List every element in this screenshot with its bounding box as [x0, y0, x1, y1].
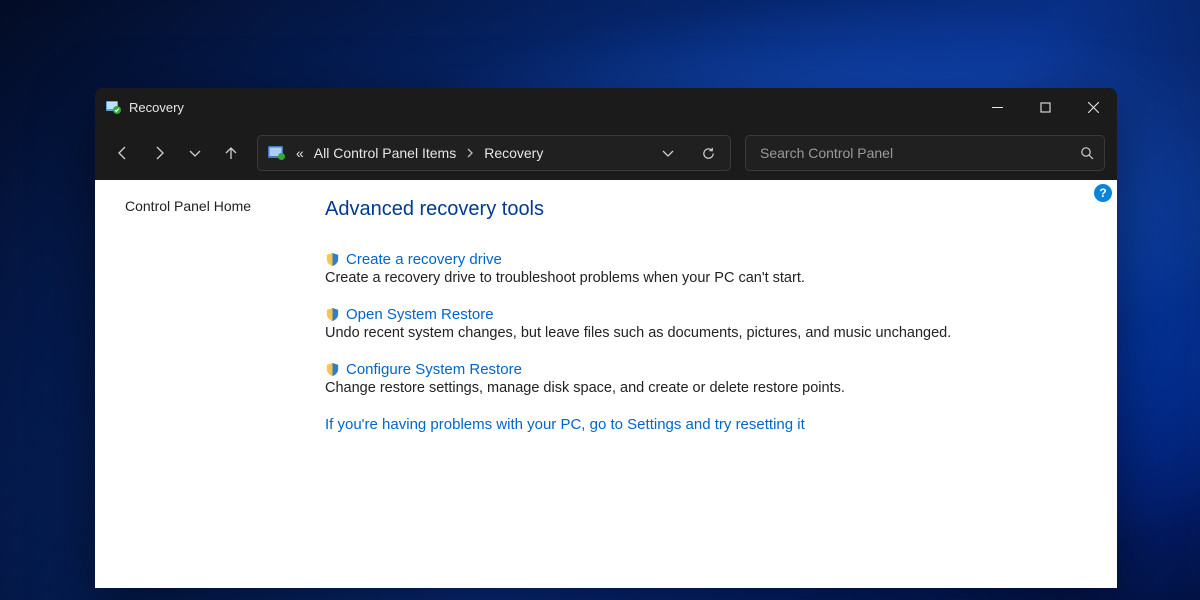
back-button[interactable] — [107, 137, 139, 169]
breadcrumb-parent[interactable]: All Control Panel Items — [314, 145, 456, 161]
recent-locations-button[interactable] — [179, 137, 211, 169]
control-panel-icon — [268, 145, 286, 161]
search-box[interactable] — [745, 135, 1105, 171]
up-button[interactable] — [215, 137, 247, 169]
forward-button[interactable] — [143, 137, 175, 169]
maximize-button[interactable] — [1021, 88, 1069, 126]
page-title: Advanced recovery tools — [325, 198, 1087, 221]
shield-icon — [325, 252, 340, 267]
title-controls — [973, 88, 1117, 126]
create-recovery-drive-desc: Create a recovery drive to troubleshoot … — [325, 270, 1087, 286]
minimize-button[interactable] — [973, 88, 1021, 126]
option-open-system-restore: Open System Restore Undo recent system c… — [325, 306, 1087, 341]
refresh-button[interactable] — [692, 139, 724, 167]
titlebar: Recovery — [95, 88, 1117, 126]
left-nav: Control Panel Home — [95, 180, 325, 588]
settings-reset-link[interactable]: If you're having problems with your PC, … — [325, 416, 1087, 433]
shield-icon — [325, 362, 340, 377]
option-create-recovery-drive: Create a recovery drive Create a recover… — [325, 251, 1087, 286]
window-title: Recovery — [129, 100, 184, 115]
configure-system-restore-link[interactable]: Configure System Restore — [346, 361, 522, 378]
configure-system-restore-desc: Change restore settings, manage disk spa… — [325, 380, 1087, 396]
content-area: ? Control Panel Home Advanced recovery t… — [95, 180, 1117, 588]
search-input[interactable] — [760, 145, 1080, 161]
create-recovery-drive-link[interactable]: Create a recovery drive — [346, 251, 502, 268]
help-icon: ? — [1099, 186, 1106, 200]
option-configure-system-restore: Configure System Restore Change restore … — [325, 361, 1087, 396]
breadcrumb-current[interactable]: Recovery — [484, 145, 543, 161]
search-icon — [1080, 146, 1094, 160]
breadcrumb-ellipsis[interactable]: « — [296, 145, 304, 161]
control-panel-window: Recovery — [95, 88, 1117, 588]
control-panel-home-link[interactable]: Control Panel Home — [125, 198, 315, 214]
close-button[interactable] — [1069, 88, 1117, 126]
open-system-restore-link[interactable]: Open System Restore — [346, 306, 494, 323]
help-button[interactable]: ? — [1094, 184, 1112, 202]
address-history-button[interactable] — [652, 139, 684, 167]
desktop-wallpaper: Recovery — [0, 0, 1200, 600]
recovery-app-icon — [105, 99, 121, 115]
navbar: « All Control Panel Items Recovery — [95, 126, 1117, 180]
main-panel: Advanced recovery tools Create a recover… — [325, 180, 1117, 588]
open-system-restore-desc: Undo recent system changes, but leave fi… — [325, 325, 1087, 341]
shield-icon — [325, 307, 340, 322]
address-bar[interactable]: « All Control Panel Items Recovery — [257, 135, 731, 171]
chevron-right-icon — [466, 148, 474, 158]
